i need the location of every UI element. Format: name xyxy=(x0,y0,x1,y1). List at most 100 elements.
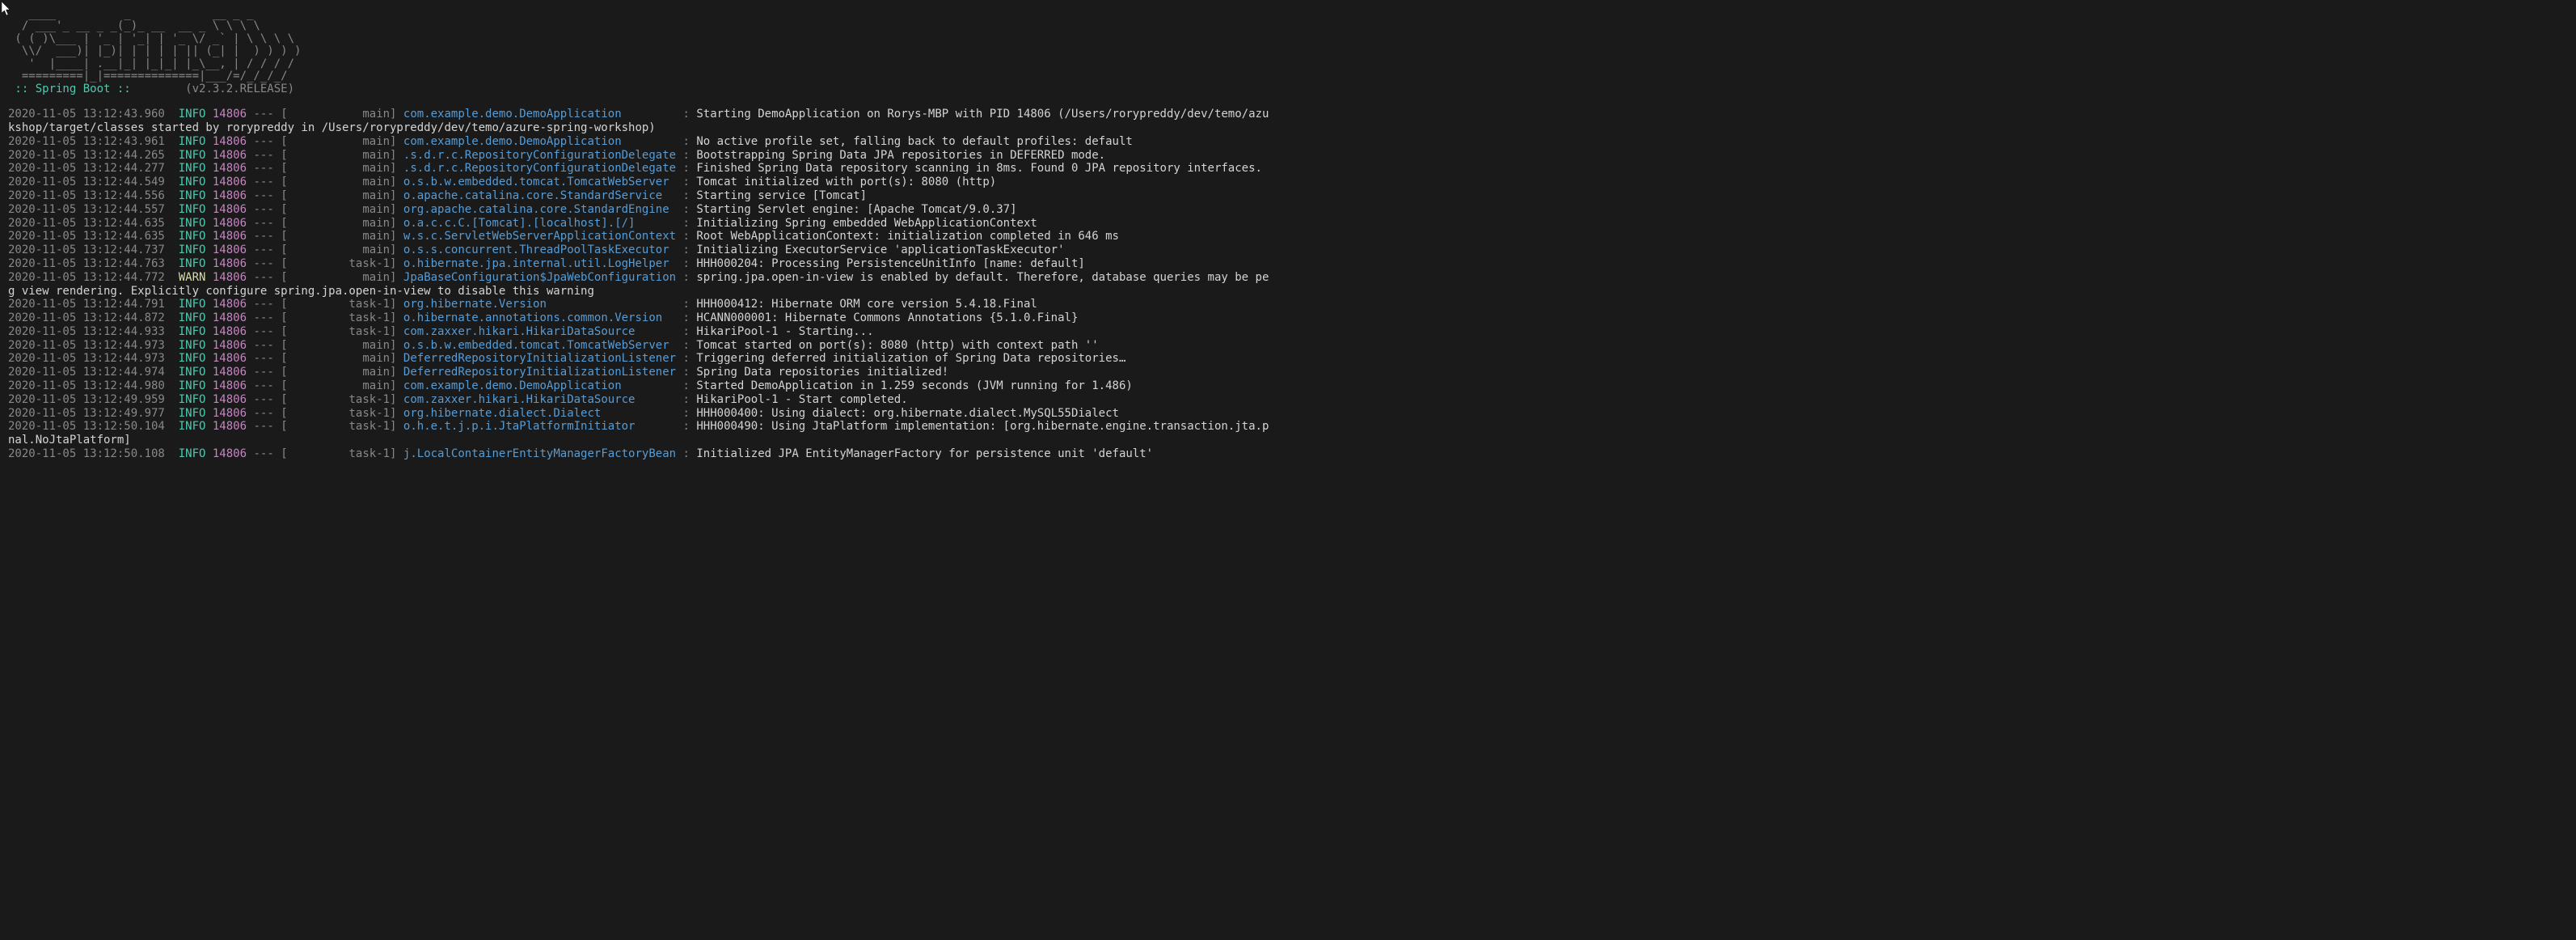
log-line: kshop/target/classes started by rorypred… xyxy=(8,121,2576,135)
log-level: INFO xyxy=(179,352,206,365)
log-timestamp: 2020-11-05 13:12:44.557 xyxy=(8,203,179,216)
log-line: g view rendering. Explicitly configure s… xyxy=(8,285,2576,299)
log-output[interactable]: 2020-11-05 13:12:43.960 INFO 14806 --- [… xyxy=(8,108,2576,461)
log-pid: 14806 xyxy=(213,135,247,148)
banner-version: (v2.3.2.RELEASE) xyxy=(185,83,294,95)
log-timestamp: 2020-11-05 13:12:44.265 xyxy=(8,149,179,162)
log-level: INFO xyxy=(179,243,206,256)
log-thread: [ main] xyxy=(281,149,403,162)
log-line: 2020-11-05 13:12:44.973 INFO 14806 --- [… xyxy=(8,352,2576,366)
log-line: 2020-11-05 13:12:43.960 INFO 14806 --- [… xyxy=(8,108,2576,121)
log-wrap-continuation: kshop/target/classes started by rorypred… xyxy=(8,121,656,134)
log-thread: [ main] xyxy=(281,366,403,379)
log-message: Root WebApplicationContext: initializati… xyxy=(696,230,1119,243)
log-logger: o.s.b.w.embedded.tomcat.TomcatWebServer xyxy=(403,339,676,352)
log-level: INFO xyxy=(179,189,206,202)
log-separator: --- xyxy=(247,393,281,406)
log-level: INFO xyxy=(179,203,206,216)
log-pid: 14806 xyxy=(213,407,247,420)
log-logger: com.example.demo.DemoApplication xyxy=(403,135,676,148)
log-timestamp: 2020-11-05 13:12:44.872 xyxy=(8,311,179,324)
log-pid: 14806 xyxy=(213,366,247,379)
log-timestamp: 2020-11-05 13:12:44.737 xyxy=(8,243,179,256)
log-level: WARN xyxy=(179,271,206,284)
log-timestamp: 2020-11-05 13:12:50.104 xyxy=(8,420,179,433)
log-logger: com.example.demo.DemoApplication xyxy=(403,108,676,121)
log-thread: [ task-1] xyxy=(281,447,403,460)
log-line: 2020-11-05 13:12:44.556 INFO 14806 --- [… xyxy=(8,189,2576,203)
log-separator: --- xyxy=(247,379,281,392)
log-thread: [ task-1] xyxy=(281,393,403,406)
log-timestamp: 2020-11-05 13:12:44.772 xyxy=(8,271,179,284)
log-pid: 14806 xyxy=(213,257,247,270)
spring-ascii-banner: ____ _ __ _ _ / ___'_ __ _ _(_)_ __ __ _… xyxy=(8,8,2576,83)
log-line: 2020-11-05 13:12:44.980 INFO 14806 --- [… xyxy=(8,379,2576,393)
log-logger: o.apache.catalina.core.StandardService xyxy=(403,189,676,202)
log-separator: --- xyxy=(247,447,281,460)
log-logger: .s.d.r.c.RepositoryConfigurationDelegate xyxy=(403,149,676,162)
log-separator: --- xyxy=(247,135,281,148)
log-separator: --- xyxy=(247,298,281,311)
log-separator: --- xyxy=(247,230,281,243)
log-pid: 14806 xyxy=(213,393,247,406)
log-separator: --- xyxy=(247,176,281,188)
log-message: HHH000204: Processing PersistenceUnitInf… xyxy=(696,257,1084,270)
log-line: 2020-11-05 13:12:44.277 INFO 14806 --- [… xyxy=(8,162,2576,176)
log-separator: --- xyxy=(247,217,281,230)
log-message: Starting DemoApplication on Rorys-MBP wi… xyxy=(696,108,1269,121)
log-line: 2020-11-05 13:12:50.104 INFO 14806 --- [… xyxy=(8,420,2576,434)
log-timestamp: 2020-11-05 13:12:44.556 xyxy=(8,189,179,202)
log-level: INFO xyxy=(179,298,206,311)
log-timestamp: 2020-11-05 13:12:49.977 xyxy=(8,407,179,420)
log-timestamp: 2020-11-05 13:12:44.933 xyxy=(8,325,179,338)
log-pid: 14806 xyxy=(213,298,247,311)
log-thread: [ task-1] xyxy=(281,420,403,433)
log-timestamp: 2020-11-05 13:12:43.961 xyxy=(8,135,179,148)
log-pid: 14806 xyxy=(213,217,247,230)
log-separator: --- xyxy=(247,339,281,352)
log-level: INFO xyxy=(179,420,206,433)
log-logger: com.example.demo.DemoApplication xyxy=(403,379,676,392)
log-logger: org.hibernate.dialect.Dialect xyxy=(403,407,676,420)
log-message: HikariPool-1 - Start completed. xyxy=(696,393,907,406)
log-pid: 14806 xyxy=(213,379,247,392)
log-level: INFO xyxy=(179,149,206,162)
log-thread: [ task-1] xyxy=(281,407,403,420)
log-line: 2020-11-05 13:12:50.108 INFO 14806 --- [… xyxy=(8,447,2576,461)
log-thread: [ main] xyxy=(281,352,403,365)
log-line: 2020-11-05 13:12:49.959 INFO 14806 --- [… xyxy=(8,393,2576,407)
log-thread: [ main] xyxy=(281,108,403,121)
log-thread: [ main] xyxy=(281,379,403,392)
log-pid: 14806 xyxy=(213,339,247,352)
log-level: INFO xyxy=(179,366,206,379)
log-pid: 14806 xyxy=(213,352,247,365)
log-pid: 14806 xyxy=(213,271,247,284)
log-wrap-continuation: g view rendering. Explicitly configure s… xyxy=(8,285,594,298)
log-timestamp: 2020-11-05 13:12:44.791 xyxy=(8,298,179,311)
log-separator: --- xyxy=(247,243,281,256)
banner-label: :: Spring Boot :: xyxy=(8,83,131,95)
log-line: 2020-11-05 13:12:44.974 INFO 14806 --- [… xyxy=(8,366,2576,379)
log-logger: o.s.b.w.embedded.tomcat.TomcatWebServer xyxy=(403,176,676,188)
log-separator: --- xyxy=(247,108,281,121)
log-logger: o.s.s.concurrent.ThreadPoolTaskExecutor xyxy=(403,243,676,256)
log-pid: 14806 xyxy=(213,420,247,433)
log-level: INFO xyxy=(179,339,206,352)
log-logger: .s.d.r.c.RepositoryConfigurationDelegate xyxy=(403,162,676,175)
log-logger: com.zaxxer.hikari.HikariDataSource xyxy=(403,325,676,338)
log-separator: --- xyxy=(247,203,281,216)
log-message: Finished Spring Data repository scanning… xyxy=(696,162,1262,175)
log-thread: [ main] xyxy=(281,271,403,284)
log-pid: 14806 xyxy=(213,325,247,338)
log-thread: [ main] xyxy=(281,176,403,188)
log-message: Bootstrapping Spring Data JPA repositori… xyxy=(696,149,1105,162)
log-separator: --- xyxy=(247,257,281,270)
log-level: INFO xyxy=(179,230,206,243)
log-line: nal.NoJtaPlatform] xyxy=(8,434,2576,447)
log-separator: --- xyxy=(247,325,281,338)
log-logger: w.s.c.ServletWebServerApplicationContext xyxy=(403,230,676,243)
log-line: 2020-11-05 13:12:44.737 INFO 14806 --- [… xyxy=(8,243,2576,257)
log-thread: [ main] xyxy=(281,189,403,202)
log-separator: --- xyxy=(247,407,281,420)
log-line: 2020-11-05 13:12:44.973 INFO 14806 --- [… xyxy=(8,339,2576,353)
